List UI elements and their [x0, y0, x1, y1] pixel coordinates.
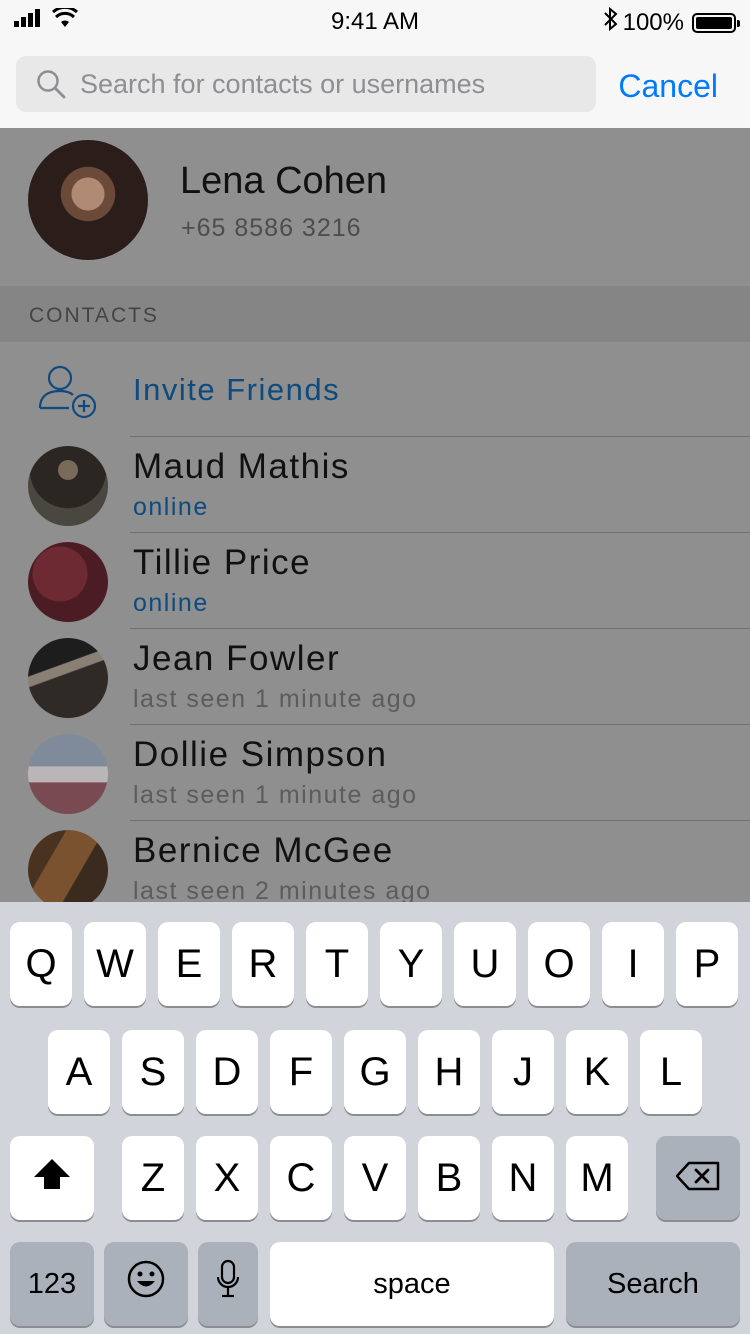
avatar	[28, 542, 108, 622]
bluetooth-icon	[603, 6, 619, 38]
contact-name: Maud Mathis	[133, 447, 350, 486]
key-z[interactable]: Z	[122, 1136, 184, 1220]
key-j[interactable]: J	[492, 1030, 554, 1114]
search-input[interactable]	[80, 68, 560, 100]
microphone-key[interactable]	[198, 1242, 258, 1326]
my-profile-row[interactable]: Lena Cohen +65 8586 3216	[0, 128, 750, 286]
add-user-icon	[36, 364, 100, 420]
emoji-key[interactable]	[104, 1242, 188, 1326]
contact-name: Bernice McGee	[133, 831, 394, 870]
key-i[interactable]: I	[602, 922, 664, 1006]
contact-status: last seen 1 minute ago	[133, 685, 418, 713]
key-h[interactable]: H	[418, 1030, 480, 1114]
profile-phone: +65 8586 3216	[181, 214, 362, 242]
contact-row[interactable]: Maud Mathis online	[0, 437, 750, 533]
avatar	[28, 446, 108, 526]
key-e[interactable]: E	[158, 922, 220, 1006]
space-key[interactable]: space	[270, 1242, 554, 1326]
key-u[interactable]: U	[454, 922, 516, 1006]
contact-name: Dollie Simpson	[133, 735, 388, 774]
key-b[interactable]: B	[418, 1136, 480, 1220]
search-box[interactable]	[16, 56, 596, 112]
key-g[interactable]: G	[344, 1030, 406, 1114]
contact-status: online	[133, 493, 209, 521]
shift-key[interactable]	[10, 1136, 94, 1220]
avatar	[28, 734, 108, 814]
key-y[interactable]: Y	[380, 922, 442, 1006]
key-r[interactable]: R	[232, 922, 294, 1006]
key-n[interactable]: N	[492, 1136, 554, 1220]
contact-status: last seen 2 minutes ago	[133, 877, 432, 902]
key-f[interactable]: F	[270, 1030, 332, 1114]
status-bar: 9:41 AM 100%	[0, 0, 750, 40]
contact-name: Jean Fowler	[133, 639, 341, 678]
search-icon	[36, 69, 66, 99]
key-q[interactable]: Q	[10, 922, 72, 1006]
search-key[interactable]: Search	[566, 1242, 740, 1326]
contact-status: last seen 1 minute ago	[133, 781, 418, 809]
key-c[interactable]: C	[270, 1136, 332, 1220]
battery-icon	[692, 12, 740, 33]
key-o[interactable]: O	[528, 922, 590, 1006]
section-title: CONTACTS	[29, 304, 159, 327]
invite-friends-row[interactable]: Invite Friends	[0, 342, 750, 436]
key-l[interactable]: L	[640, 1030, 702, 1114]
key-d[interactable]: D	[196, 1030, 258, 1114]
contact-name: Tillie Price	[133, 543, 312, 582]
emoji-icon	[126, 1259, 166, 1309]
avatar	[28, 830, 108, 902]
contact-row[interactable]: Jean Fowler last seen 1 minute ago	[0, 629, 750, 725]
key-k[interactable]: K	[566, 1030, 628, 1114]
cancel-button[interactable]: Cancel	[618, 68, 718, 105]
profile-name: Lena Cohen	[180, 160, 388, 202]
keyboard: Q W E R T Y U O I P A S D F G H J K L Z …	[0, 902, 750, 1334]
contact-status: online	[133, 589, 209, 617]
contact-row[interactable]: Dollie Simpson last seen 1 minute ago	[0, 725, 750, 821]
key-w[interactable]: W	[84, 922, 146, 1006]
key-a[interactable]: A	[48, 1030, 110, 1114]
search-header: Cancel	[0, 40, 750, 128]
contact-row[interactable]: Bernice McGee last seen 2 minutes ago	[0, 821, 750, 902]
key-t[interactable]: T	[306, 922, 368, 1006]
section-header: CONTACTS	[0, 286, 750, 342]
backspace-key[interactable]	[656, 1136, 740, 1220]
key-p[interactable]: P	[676, 922, 738, 1006]
avatar	[28, 140, 148, 260]
numbers-key[interactable]: 123	[10, 1242, 94, 1326]
invite-friends-label: Invite Friends	[133, 372, 341, 407]
battery-percent: 100%	[622, 8, 684, 36]
key-m[interactable]: M	[566, 1136, 628, 1220]
contact-row[interactable]: Tillie Price online	[0, 533, 750, 629]
key-x[interactable]: X	[196, 1136, 258, 1220]
microphone-icon	[216, 1259, 240, 1309]
key-s[interactable]: S	[122, 1030, 184, 1114]
avatar	[28, 638, 108, 718]
backspace-icon	[675, 1156, 721, 1201]
shift-icon	[32, 1156, 72, 1201]
contacts-content: Lena Cohen +65 8586 3216 CONTACTS Invite…	[0, 128, 750, 902]
key-v[interactable]: V	[344, 1136, 406, 1220]
